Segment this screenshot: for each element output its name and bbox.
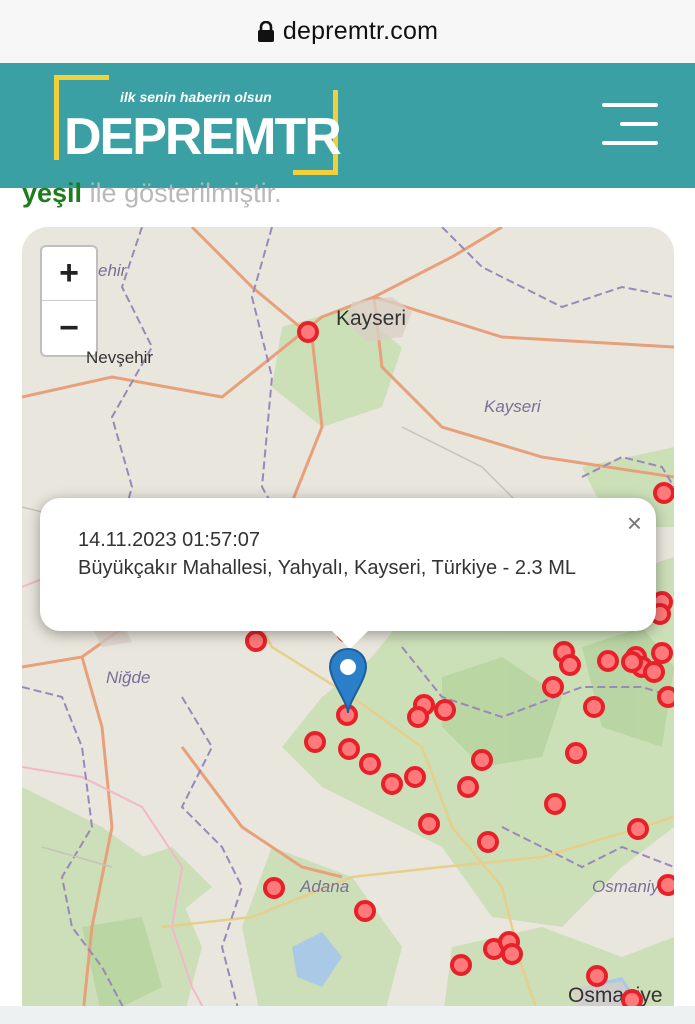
earthquake-marker[interactable] [643,661,665,683]
legend-rest: ile gösterilmiştir. [82,178,282,208]
site-logo[interactable]: ilk senin haberin olsun DEPREMTR [54,75,342,175]
earthquake-marker[interactable] [338,738,360,760]
earthquake-marker[interactable] [657,686,674,708]
earthquake-marker[interactable] [657,874,674,896]
browser-url-bar[interactable]: depremtr.com [0,0,695,63]
popup-date: 14.11.2023 01:57:07 [78,529,261,551]
site-header: ilk senin haberin olsun DEPREMTR [0,63,695,188]
earthquake-marker[interactable] [404,766,426,788]
earthquake-marker[interactable] [297,321,319,343]
legend-green-word: yeşil [22,178,83,208]
earthquake-marker[interactable] [565,742,587,764]
earthquake-marker[interactable] [653,482,674,504]
earthquake-marker[interactable] [544,793,566,815]
earthquake-marker[interactable] [457,776,479,798]
earthquake-marker[interactable] [471,749,493,771]
bottom-strip [0,1006,695,1024]
earthquake-marker[interactable] [501,943,523,965]
selected-location-pin-icon[interactable] [328,647,368,717]
earthquake-marker[interactable] [542,676,564,698]
earthquake-marker[interactable] [477,831,499,853]
earthquake-marker[interactable] [559,654,581,676]
popup-description: Büyükçakır Mahallesi, Yahyalı, Kayseri, … [78,557,576,579]
earthquake-marker[interactable] [381,773,403,795]
hamburger-menu-icon[interactable] [598,101,658,149]
earthquake-marker[interactable] [245,630,267,652]
popup-close-icon[interactable]: × [627,508,642,539]
earthquake-popup: 14.11.2023 01:57:07 Büyükçakır Mahallesi… [40,498,656,649]
earthquake-marker[interactable] [359,753,381,775]
earthquake-marker[interactable] [304,731,326,753]
legend-text: yeşil ile gösterilmiştir. [22,178,282,209]
earthquake-marker[interactable] [651,642,673,664]
logo-brand: DEPREMTR [64,108,342,166]
earthquake-marker[interactable] [597,650,619,672]
earthquake-marker[interactable] [583,696,605,718]
lock-icon [257,20,274,42]
earthquake-marker[interactable] [450,954,472,976]
logo-slogan: ilk senin haberin olsun [120,89,272,105]
url-text: depremtr.com [282,17,439,45]
earthquake-marker[interactable] [407,706,429,728]
popup-tip [330,629,370,649]
earthquake-marker[interactable] [418,813,440,835]
earthquake-marker[interactable] [263,877,285,899]
earthquake-marker[interactable] [586,965,608,987]
earthquake-map[interactable]: + − ehir Kayseri Nevşehir Kayseri Niğde … [22,227,674,1024]
earthquake-marker[interactable] [627,818,649,840]
earthquake-marker[interactable] [354,900,376,922]
earthquake-marker[interactable] [621,651,643,673]
earthquake-marker[interactable] [434,699,456,721]
